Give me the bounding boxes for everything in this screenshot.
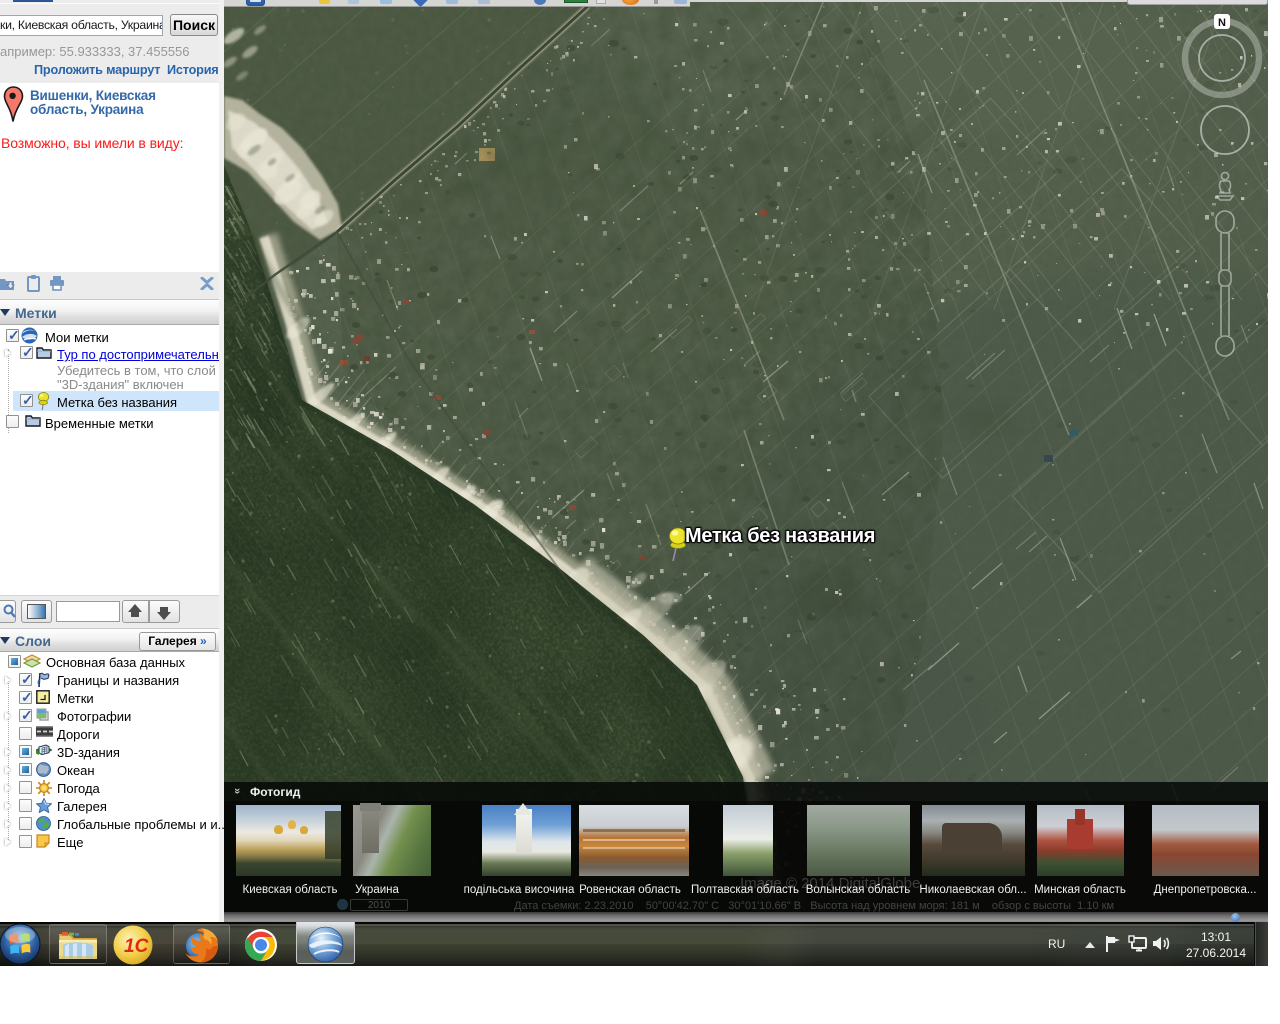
svg-text:1С: 1С: [124, 936, 149, 957]
svg-text:N: N: [1218, 17, 1226, 29]
